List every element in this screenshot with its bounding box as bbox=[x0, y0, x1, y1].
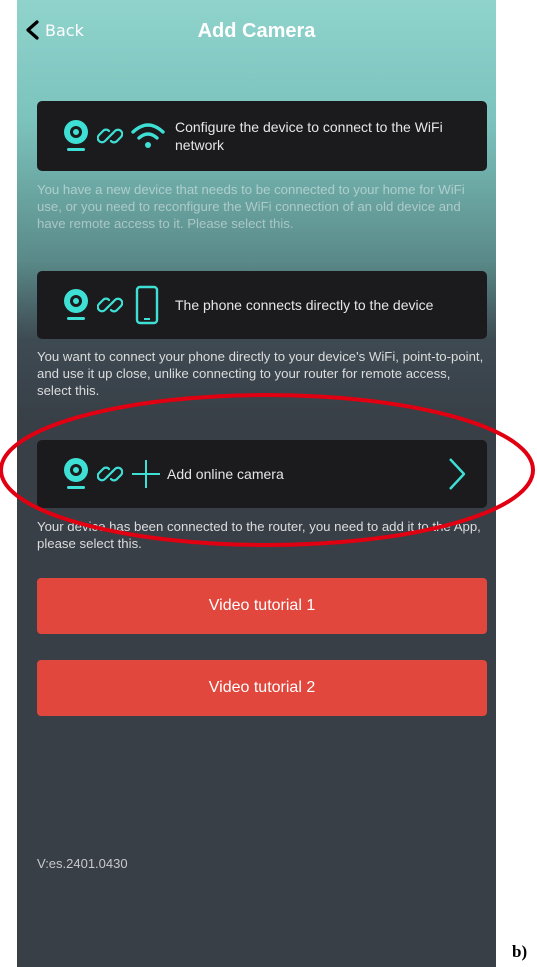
camera-icon bbox=[64, 120, 88, 151]
link-icon bbox=[97, 466, 123, 482]
page-title: Add Camera bbox=[197, 20, 316, 42]
option-phone-direct[interactable]: The phone connects directly to the devic… bbox=[37, 271, 487, 339]
version-label: V:es.2401.0430 bbox=[37, 856, 128, 871]
header-bar: Back Add Camera bbox=[17, 0, 496, 66]
option-label: The phone connects directly to the devic… bbox=[175, 297, 434, 313]
option-add-online-camera[interactable]: Add online camera bbox=[37, 440, 487, 508]
video-tutorial-2-button[interactable]: Video tutorial 2 bbox=[37, 660, 487, 716]
option-description: You want to connect your phone directly … bbox=[37, 349, 484, 398]
option-description: You have a new device that needs to be c… bbox=[37, 182, 465, 231]
app-screen: Back Add Camera Configure the device to … bbox=[17, 0, 496, 967]
camera-icon bbox=[64, 458, 88, 489]
option-icons bbox=[61, 285, 159, 325]
plus-icon bbox=[132, 460, 160, 488]
option-description: Your device has been connected to the ro… bbox=[37, 519, 481, 551]
link-icon bbox=[97, 297, 123, 313]
option-label: Add online camera bbox=[167, 466, 284, 482]
phone-icon bbox=[135, 285, 159, 325]
option-icons bbox=[61, 456, 161, 492]
link-icon bbox=[97, 128, 123, 144]
camera-icon bbox=[64, 289, 88, 320]
wifi-icon bbox=[131, 123, 165, 148]
option-icons bbox=[61, 118, 165, 154]
option-configure-wifi[interactable]: Configure the device to connect to the W… bbox=[37, 101, 487, 171]
video-tutorial-1-button[interactable]: Video tutorial 1 bbox=[37, 578, 487, 634]
option-label: Configure the device to connect to the W… bbox=[175, 119, 443, 153]
chevron-right-icon bbox=[449, 458, 466, 490]
figure-label: b) bbox=[512, 942, 528, 961]
